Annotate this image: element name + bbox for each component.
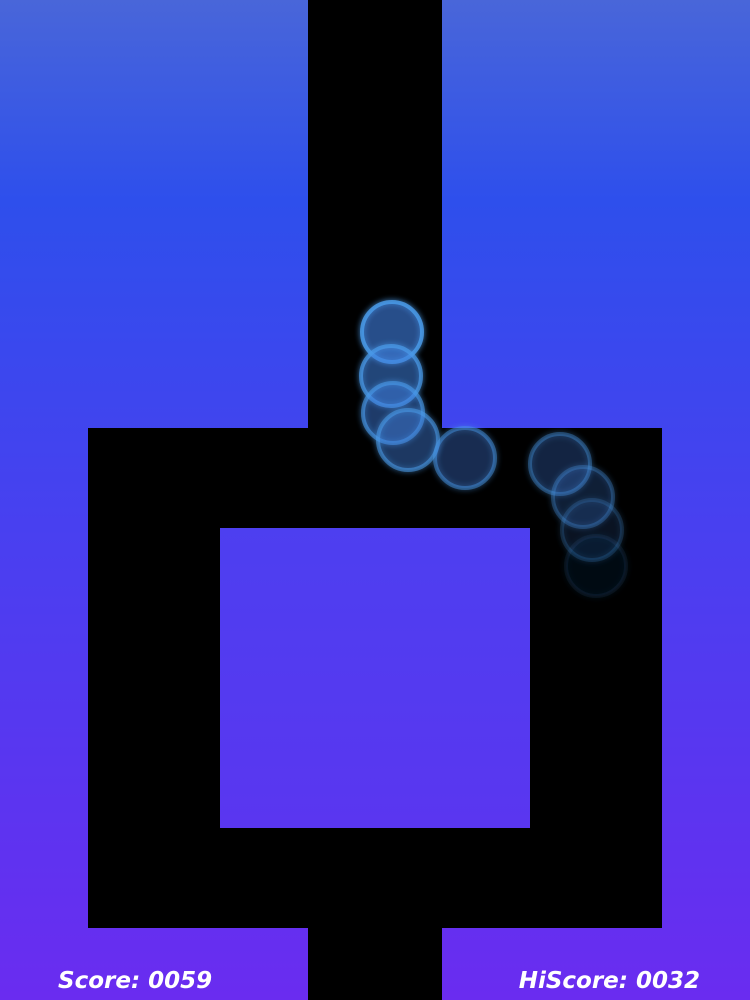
- hiscore-label: HiScore: 0032: [518, 968, 700, 994]
- loop-inner-area: [220, 528, 530, 828]
- track-vertical-top: [308, 0, 442, 440]
- score-label: Score: 0059: [58, 968, 213, 994]
- game-canvas[interactable]: Score: 0059 HiScore: 0032: [0, 0, 750, 1000]
- track-vertical-bottom: [308, 920, 442, 1000]
